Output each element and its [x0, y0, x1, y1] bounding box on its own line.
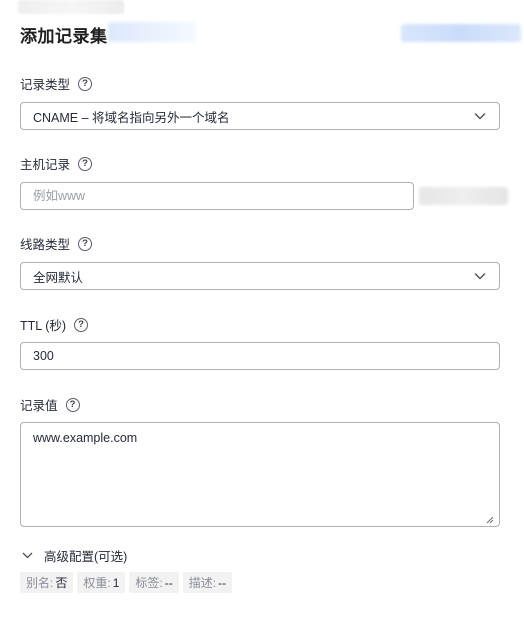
tag-key: 标签:	[135, 576, 163, 590]
summary-tag-weight: 权重: 1	[77, 572, 126, 593]
dialog-header: 添加记录集	[20, 20, 521, 46]
summary-tag-labels: 标签: --	[129, 572, 179, 593]
line-type-value: 全网默认	[33, 270, 84, 285]
record-value-label: 记录值	[20, 399, 58, 413]
chevron-down-icon	[20, 549, 34, 563]
tag-value: 否	[55, 576, 68, 590]
host-record-label: 主机记录	[20, 158, 71, 172]
blurred-region	[108, 22, 196, 42]
chevron-down-icon	[473, 109, 487, 123]
host-record-label-row: 主机记录 ?	[20, 154, 93, 173]
chevron-down-icon	[473, 269, 487, 283]
tag-key: 权重:	[83, 576, 111, 590]
tag-key: 别名:	[26, 576, 54, 590]
tag-key: 描述:	[188, 576, 217, 590]
summary-tag-description: 描述: --	[182, 572, 233, 593]
blurred-region	[419, 187, 508, 205]
ttl-label: TTL (秒)	[20, 319, 67, 333]
record-type-value: CNAME – 将域名指向另外一个域名	[33, 110, 230, 125]
summary-tag-alias: 别名: 否	[20, 572, 74, 593]
page-title: 添加记录集	[20, 27, 108, 46]
help-icon[interactable]: ?	[65, 397, 80, 412]
help-icon[interactable]: ?	[74, 317, 89, 332]
record-type-label: 记录类型	[20, 78, 71, 92]
ttl-label-row: TTL (秒) ?	[20, 315, 89, 334]
line-type-select[interactable]: 全网默认	[20, 262, 500, 290]
host-record-input[interactable]	[20, 182, 414, 210]
record-type-label-row: 记录类型 ?	[20, 74, 93, 93]
blurred-region	[401, 24, 521, 42]
tag-value: 1	[112, 575, 120, 590]
line-type-label-row: 线路类型 ?	[20, 234, 93, 253]
advanced-settings-toggle[interactable]: 高级配置(可选)	[20, 546, 127, 565]
tag-value: --	[218, 575, 227, 590]
resize-grip-icon[interactable]	[484, 511, 494, 524]
record-value-textarea[interactable]: www.example.com	[20, 422, 500, 527]
blurred-region	[18, 0, 124, 14]
line-type-label: 线路类型	[20, 238, 71, 252]
ttl-input[interactable]	[20, 342, 500, 370]
record-type-select[interactable]: CNAME – 将域名指向另外一个域名	[20, 102, 500, 130]
advanced-settings-label: 高级配置(可选)	[44, 550, 128, 564]
help-icon[interactable]: ?	[78, 76, 93, 91]
tag-value: --	[164, 575, 173, 590]
help-icon[interactable]: ?	[78, 236, 93, 251]
record-value-label-row: 记录值 ?	[20, 395, 80, 414]
help-icon[interactable]: ?	[78, 156, 93, 171]
advanced-summary-tags: 别名: 否 权重: 1 标签: -- 描述: --	[20, 572, 233, 593]
